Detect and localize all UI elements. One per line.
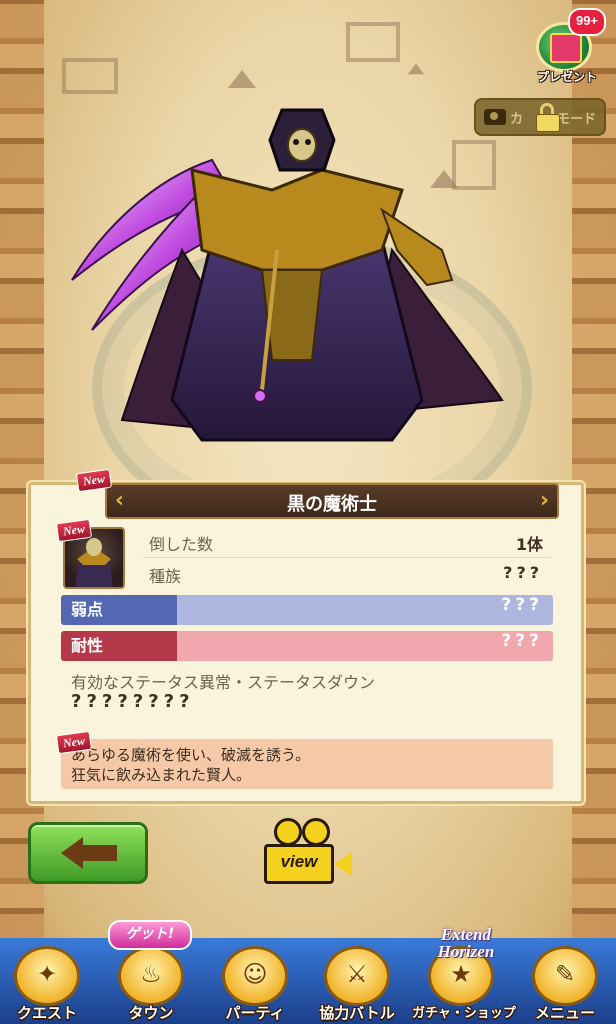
chevron-right-icon: › bbox=[539, 488, 549, 513]
decor-triangle bbox=[407, 63, 425, 75]
defeat-count-label: 倒した数 bbox=[149, 535, 214, 554]
party-people-icon: ☺ bbox=[242, 960, 268, 988]
nav-gacha-shop-label: ガチャ・ショップ bbox=[412, 1006, 516, 1021]
film-reel-icon bbox=[274, 818, 302, 846]
monster-description: あらゆる魔術を使い、破滅を誘う。 狂気に飲み込まれた賢人。 bbox=[61, 739, 553, 789]
coop-shield-icon: ⚔ bbox=[346, 960, 368, 988]
status-effects-label: 有効なステータス異常・ステータスダウン bbox=[71, 673, 376, 692]
defeat-count-value: 1体 bbox=[515, 535, 543, 554]
resistance-value: ??? bbox=[501, 631, 543, 651]
weakness-value: ??? bbox=[501, 595, 543, 615]
present-button[interactable]: 99+ プレゼント bbox=[528, 8, 606, 94]
view-label: view bbox=[280, 852, 318, 871]
description-line-1: あらゆる魔術を使い、破滅を誘う。 bbox=[71, 746, 311, 764]
nav-party[interactable]: ☺ パーティ bbox=[210, 946, 300, 1024]
decor-glyph bbox=[62, 58, 118, 94]
weakness-bar: 弱点 ??? bbox=[61, 595, 553, 625]
nav-menu[interactable]: ✎ メニュー bbox=[520, 946, 610, 1024]
town-cauldron-icon: ♨ bbox=[140, 960, 162, 988]
nav-quest-label: クエスト bbox=[16, 1004, 77, 1022]
bottom-nav: ✦ クエスト ♨ タウン ☺ パーティ ⚔ 協力バトル ★ ガチャ・ショップ ✎… bbox=[0, 938, 616, 1024]
decor-triangle bbox=[228, 70, 256, 88]
view-movie-button[interactable]: view bbox=[262, 818, 354, 890]
back-button[interactable] bbox=[28, 822, 148, 884]
species-value: ??? bbox=[503, 563, 543, 582]
monster-name: 黒の魔術士 bbox=[287, 494, 377, 515]
resistance-label: 耐性 bbox=[61, 631, 177, 661]
menu-scroll-icon: ✎ bbox=[554, 960, 576, 988]
present-label: プレゼント bbox=[536, 70, 597, 84]
nav-coop-battle[interactable]: ⚔ 協力バトル bbox=[312, 946, 402, 1024]
monster-name-header: ‹ 黒の魔術士 › bbox=[105, 483, 559, 519]
species-label: 種族 bbox=[149, 567, 182, 586]
film-reel-icon bbox=[302, 818, 330, 846]
divider bbox=[143, 557, 551, 558]
lock-icon bbox=[536, 103, 560, 132]
monster-illustration[interactable] bbox=[62, 100, 522, 460]
nav-coop-battle-label: 協力バトル bbox=[319, 1004, 395, 1022]
status-effects-value: ???????? bbox=[71, 691, 195, 712]
extend-horizen-badge: Extend Horizen bbox=[416, 926, 516, 964]
present-count-badge: 99+ bbox=[568, 8, 606, 36]
back-arrow-icon bbox=[61, 837, 83, 869]
weakness-label: 弱点 bbox=[61, 595, 177, 625]
decor-glyph bbox=[346, 22, 400, 62]
nav-town[interactable]: ♨ タウン bbox=[106, 946, 196, 1024]
extend-text: Extend bbox=[440, 925, 492, 944]
resistance-bar: 耐性 ??? bbox=[61, 631, 553, 661]
camera-mode-label-suffix: モード bbox=[557, 111, 597, 127]
get-badge: ゲット! bbox=[108, 920, 192, 950]
gacha-star-icon: ★ bbox=[450, 960, 472, 988]
quest-map-icon: ✦ bbox=[36, 960, 58, 988]
nav-party-label: パーティ bbox=[225, 1004, 285, 1022]
nav-menu-label: メニュー bbox=[534, 1004, 595, 1022]
horizen-text: Horizen bbox=[437, 942, 495, 961]
monster-info-panel: ‹ 黒の魔術士 › New New 倒した数 1体 種族 ??? 弱点 ??? … bbox=[28, 468, 584, 804]
description-line-2: 狂気に飲み込まれた賢人。 bbox=[71, 766, 252, 784]
nav-quest[interactable]: ✦ クエスト bbox=[2, 946, 92, 1024]
nav-town-label: タウン bbox=[128, 1004, 174, 1022]
